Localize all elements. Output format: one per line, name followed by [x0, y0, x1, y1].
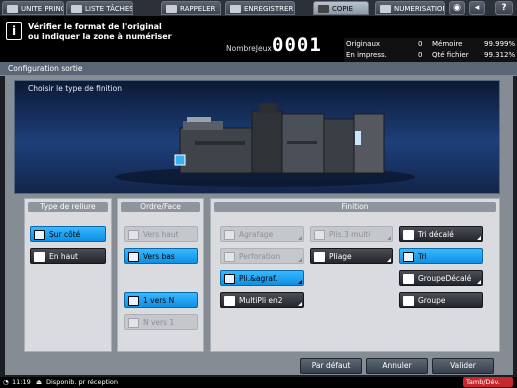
copy-count: 0001: [272, 34, 322, 56]
top-tab-bar: UNITE PRINC. LISTE TÂCHES RAPPELER ENREG…: [0, 0, 517, 16]
memoire-label: Mémoire: [432, 40, 463, 48]
copy-icon: [318, 5, 329, 13]
status-time: 11:19: [12, 378, 31, 386]
punch-icon: [224, 252, 235, 262]
recall-icon: [166, 5, 177, 13]
sort-icon: [403, 252, 414, 262]
face-up-icon: [128, 230, 139, 240]
originaux-label: Originaux: [346, 40, 381, 48]
agrafage-button[interactable]: Agrafage: [220, 226, 304, 242]
originaux-value: 0: [418, 40, 423, 48]
tri-decale-button[interactable]: Tri décalé: [399, 226, 483, 242]
reliure-title: Type de reliure: [28, 202, 108, 212]
list-icon: [71, 5, 82, 13]
offset-sort-icon: [403, 230, 414, 240]
en-haut-button[interactable]: En haut: [30, 248, 106, 264]
fold-icon: [314, 252, 325, 262]
valider-button[interactable]: Valider: [432, 358, 494, 374]
side-binding-icon: [34, 230, 45, 240]
machine-icon: [7, 5, 18, 13]
status-toner[interactable]: Tamb/Dév.: [463, 377, 513, 387]
reliure-group: [24, 198, 112, 352]
n-vers-1-button[interactable]: N vers 1: [124, 314, 198, 330]
status-reception: Disponib. pr réception: [46, 378, 119, 386]
tri-button[interactable]: Tri: [399, 248, 483, 264]
order-n-1-icon: [128, 318, 139, 328]
copy-count-label: NombreJeux: [226, 44, 272, 53]
memoire-value: 99.999%: [484, 40, 516, 48]
staple-icon: [224, 230, 235, 240]
preview-title: Choisir le type de finition: [28, 84, 123, 93]
save-icon: [230, 5, 241, 13]
section-header: Configuration sortie: [0, 62, 517, 76]
vers-haut-button[interactable]: Vers haut: [124, 226, 198, 242]
qte-value: 99.312%: [484, 51, 516, 59]
multipli-en2-button[interactable]: MultiPli en2: [220, 292, 304, 308]
1-vers-n-button[interactable]: 1 vers N: [124, 292, 198, 308]
qte-label: Qté fichier: [432, 51, 469, 59]
speaker-icon[interactable]: ◂: [469, 1, 485, 15]
scan-icon: [380, 5, 391, 13]
perforation-button[interactable]: Perforation: [220, 248, 304, 264]
reception-icon: ⏏: [36, 378, 43, 386]
info-icon: i: [6, 22, 22, 40]
clock-icon: ◔: [3, 378, 9, 386]
top-binding-icon: [34, 252, 45, 262]
sur-cote-button[interactable]: Sur côté: [30, 226, 106, 242]
par-defaut-button[interactable]: Par défaut: [300, 358, 362, 374]
pliage-button[interactable]: Pliage: [310, 248, 393, 264]
finition-title: Finition: [214, 202, 496, 212]
machine-preview: [14, 80, 500, 194]
message-line-1: Vérifier le format de l'original: [28, 22, 162, 31]
impress-label: En impress.: [346, 51, 387, 59]
vers-bas-button[interactable]: Vers bas: [124, 248, 198, 264]
help-icon[interactable]: ?: [495, 1, 513, 15]
group-icon: [403, 296, 414, 306]
fold-staple-icon: [224, 274, 235, 284]
plis3-multi-button[interactable]: Plis.3 multi: [310, 226, 393, 242]
order-1-n-icon: [128, 296, 139, 306]
ordre-title: Ordre/Face: [121, 202, 200, 212]
pli-agraf-button[interactable]: Pli.&agraf.: [220, 270, 304, 286]
groupe-button[interactable]: Groupe: [399, 292, 483, 308]
tab-enregistrer[interactable]: ENREGISTRER: [225, 1, 295, 15]
tab-numerisation[interactable]: NUMERISATION: [375, 1, 445, 15]
tab-copie[interactable]: COPIE: [313, 1, 369, 15]
groupe-decale-button[interactable]: GroupeDécalé: [399, 270, 483, 286]
globe-icon[interactable]: ◉: [449, 1, 465, 15]
printer-machine-illustration: [115, 103, 415, 187]
annuler-button[interactable]: Annuler: [366, 358, 428, 374]
tab-unite-princ[interactable]: UNITE PRINC.: [2, 1, 64, 15]
tab-liste-taches[interactable]: LISTE TÂCHES: [66, 1, 133, 15]
impress-value: 0: [418, 51, 423, 59]
tab-rappeler[interactable]: RAPPELER: [161, 1, 221, 15]
offset-group-icon: [403, 274, 414, 284]
face-down-icon: [128, 252, 139, 262]
message-line-2: ou indiquer la zone à numériser: [28, 32, 172, 41]
status-bar: ◔ 11:19 ⏏ Disponib. pr réception Tamb/Dé…: [0, 377, 517, 388]
multi-fold-icon: [224, 296, 235, 306]
stats-panel: Originaux 0 Mémoire 99.999% En impress. …: [344, 38, 517, 62]
tri-fold-icon: [314, 230, 325, 240]
